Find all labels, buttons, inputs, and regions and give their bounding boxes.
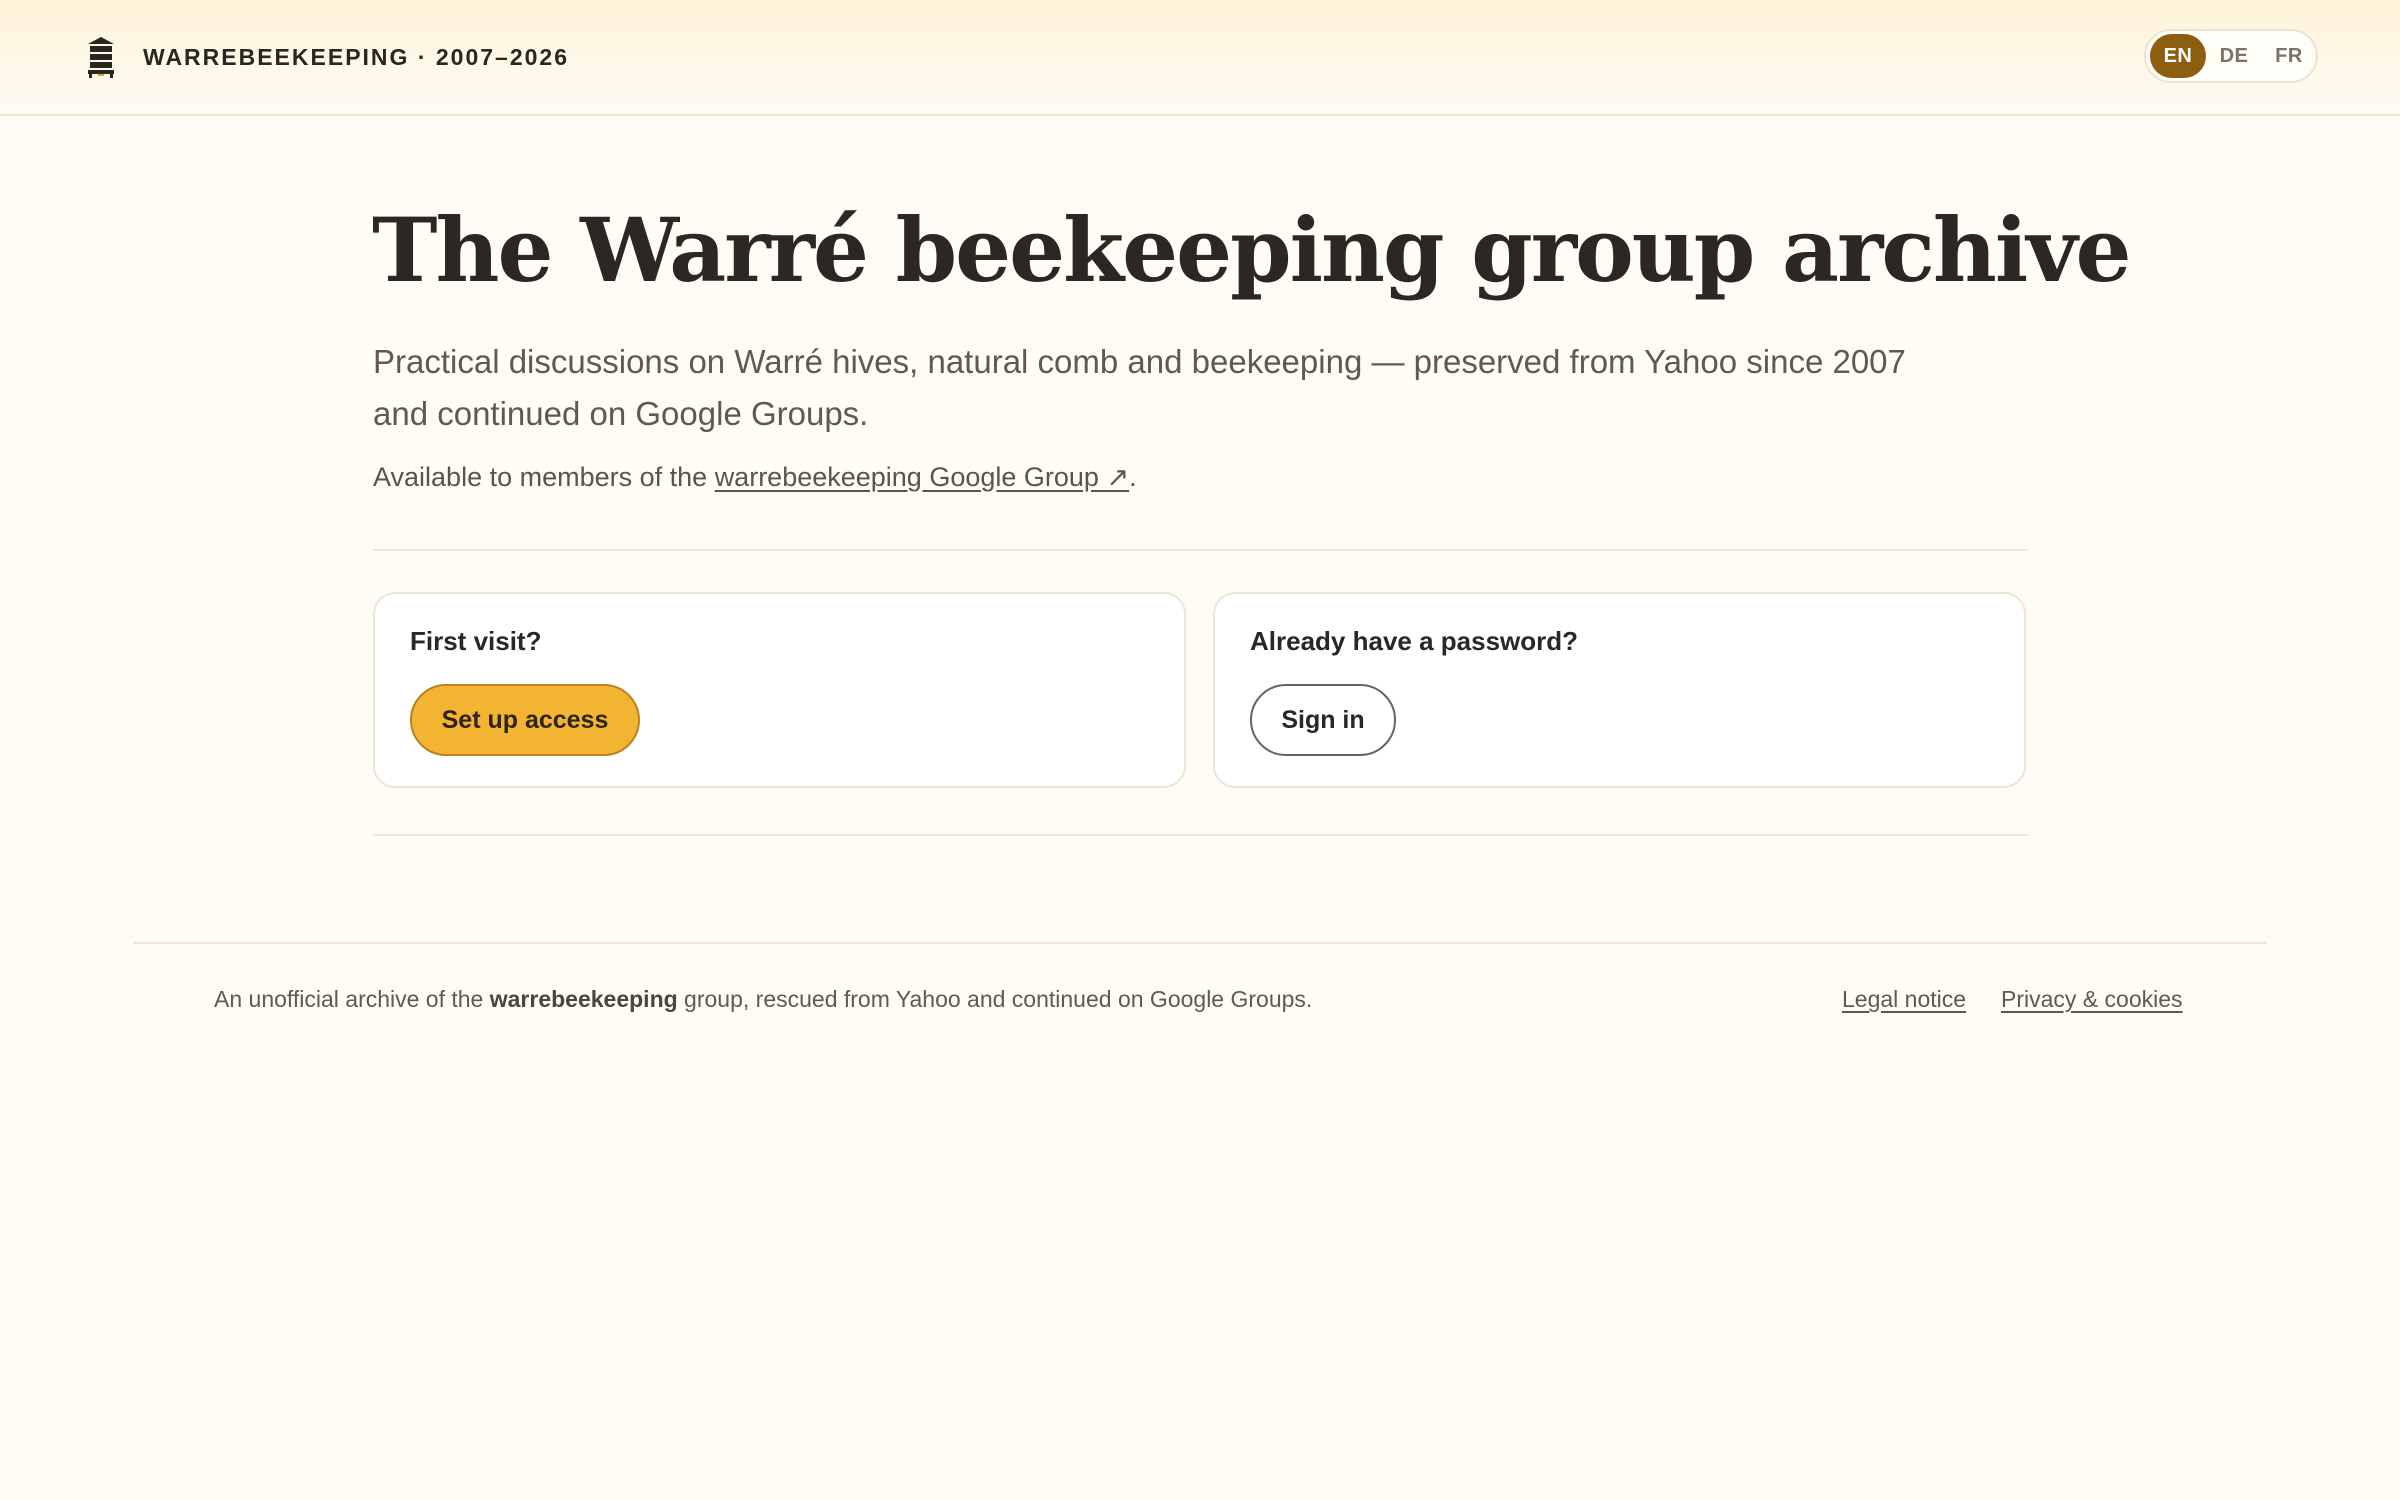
page-title: The Warré beekeeping group archive [372, 198, 2131, 302]
language-en-button[interactable]: EN [2150, 34, 2206, 78]
privacy-cookies-link[interactable]: Privacy & cookies [2001, 986, 2183, 1013]
google-group-link[interactable]: warrebeekeeping Google Group ↗ [715, 462, 1129, 492]
footer-text-suffix: group, rescued from Yahoo and continued … [677, 986, 1313, 1012]
divider [373, 549, 2028, 551]
brand[interactable]: WARREBEEKEEPING · 2007–2026 [85, 36, 569, 78]
top-bar: WARREBEEKEEPING · 2007–2026 EN DE FR [0, 0, 2400, 116]
footer-text-prefix: An unofficial archive of the [214, 986, 490, 1012]
footer-divider [133, 942, 2267, 944]
language-fr-button[interactable]: FR [2262, 34, 2316, 78]
footer-text: An unofficial archive of the warrebeekee… [214, 986, 1312, 1013]
set-up-access-button[interactable]: Set up access [410, 684, 640, 756]
footer-group-name: warrebeekeeping [489, 986, 678, 1012]
members-note: Available to members of the warrebeekeep… [373, 457, 1137, 497]
legal-notice-link[interactable]: Legal notice [1842, 986, 1966, 1013]
members-note-suffix: . [1129, 462, 1137, 492]
members-note-prefix: Available to members of the [373, 462, 715, 492]
hive-icon [88, 37, 114, 78]
sign-in-button[interactable]: Sign in [1250, 684, 1396, 756]
first-visit-card: First visit? Set up access [373, 592, 1186, 788]
language-de-button[interactable]: DE [2206, 34, 2262, 78]
sign-in-label: Already have a password? [1250, 626, 1579, 656]
page-subtitle: Practical discussions on Warré hives, na… [373, 343, 1906, 432]
brand-title: WARREBEEKEEPING · 2007–2026 [143, 43, 569, 70]
language-switcher: EN DE FR [2144, 29, 2318, 83]
first-visit-label: First visit? [410, 626, 542, 656]
divider [373, 834, 2028, 836]
sign-in-card: Already have a password? Sign in [1213, 592, 2026, 788]
